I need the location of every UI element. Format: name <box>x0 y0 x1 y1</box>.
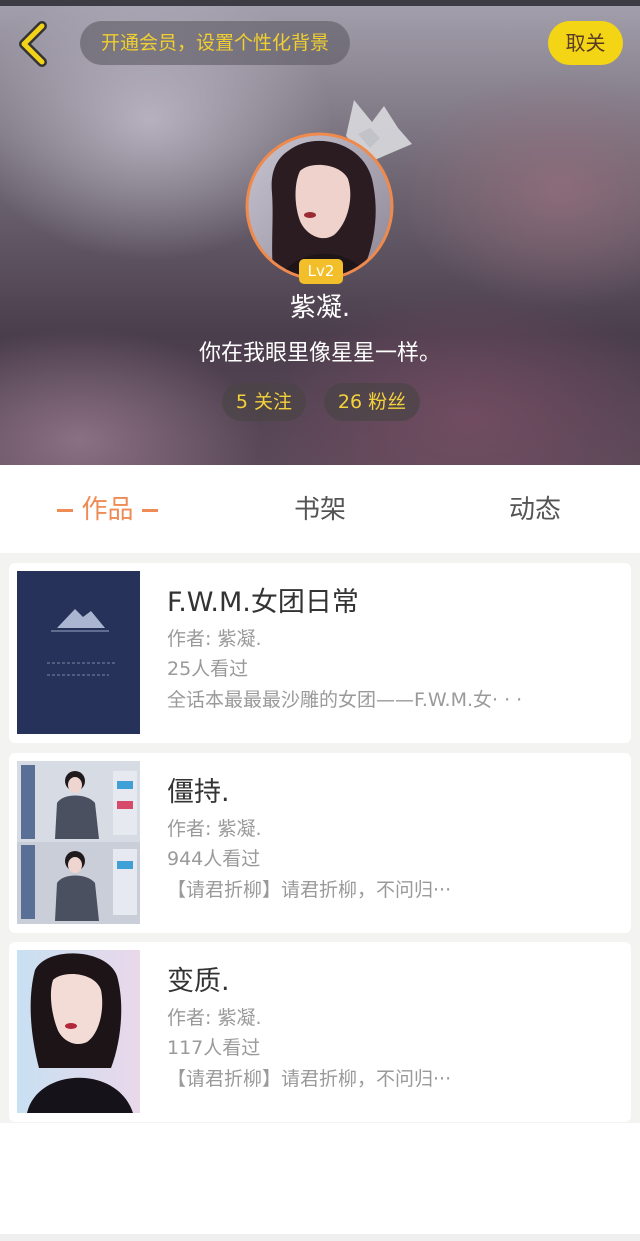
book-description: 全话本最最最沙雕的女团——F.W.M.女· · · <box>167 689 523 711</box>
fans-count[interactable]: 26 粉丝 <box>324 383 420 421</box>
back-chevron-icon <box>19 21 47 67</box>
tab-dynamics[interactable]: 动态 <box>465 465 605 553</box>
tab-active-indicator-right <box>141 509 158 512</box>
book-card[interactable]: 僵持. 作者: 紫凝. 944人看过 【请君折柳】请君折柳，不问归··· <box>9 753 631 933</box>
book-card[interactable]: F.W.M.女团日常 作者: 紫凝. 25人看过 全话本最最最沙雕的女团——F.… <box>9 563 631 743</box>
bottom-divider <box>0 1234 640 1241</box>
book-view-count: 117人看过 <box>167 1037 261 1059</box>
following-count[interactable]: 5 关注 <box>222 383 306 421</box>
tab-bookshelf[interactable]: 书架 <box>250 465 390 553</box>
profile-tabs: 作品 书架 动态 <box>0 465 640 553</box>
unfollow-button[interactable]: 取关 <box>548 21 623 65</box>
book-view-count: 944人看过 <box>167 848 261 870</box>
book-description: 【请君折柳】请君折柳，不问归··· <box>167 1068 452 1090</box>
book-author: 作者: 紫凝. <box>167 1007 262 1029</box>
book-card[interactable]: 变质. 作者: 紫凝. 117人看过 【请君折柳】请君折柳，不问归··· <box>9 942 631 1122</box>
book-title[interactable]: F.W.M.女团日常 <box>167 585 617 621</box>
profile-header: 开通会员，设置个性化背景 取关 Lv2 紫凝. 你在我眼里像星星一样。 5 关注… <box>0 0 640 465</box>
level-badge: Lv2 <box>299 259 343 284</box>
tab-works-label: 作品 <box>81 495 134 525</box>
book-view-count: 25人看过 <box>167 658 249 680</box>
works-list: F.W.M.女团日常 作者: 紫凝. 25人看过 全话本最最最沙雕的女团——F.… <box>0 553 640 1123</box>
book-cover[interactable] <box>17 950 140 1113</box>
book-cover[interactable] <box>17 571 140 734</box>
book-description: 【请君折柳】请君折柳，不问归··· <box>167 879 452 901</box>
user-bio: 你在我眼里像星星一样。 <box>198 341 441 366</box>
book-author: 作者: 紫凝. <box>167 818 262 840</box>
tab-works[interactable]: 作品 <box>40 465 175 553</box>
book-author: 作者: 紫凝. <box>167 628 262 650</box>
book-title[interactable]: 变质. <box>167 964 617 1000</box>
user-name: 紫凝. <box>289 293 351 323</box>
back-button[interactable] <box>14 20 54 68</box>
status-strip <box>0 0 640 6</box>
book-title[interactable]: 僵持. <box>167 775 617 811</box>
vip-background-banner[interactable]: 开通会员，设置个性化背景 <box>80 21 350 65</box>
book-cover[interactable] <box>17 761 140 924</box>
tab-dynamics-label: 动态 <box>508 495 561 525</box>
tab-bookshelf-label: 书架 <box>293 495 346 525</box>
tab-active-indicator-left <box>57 509 74 512</box>
